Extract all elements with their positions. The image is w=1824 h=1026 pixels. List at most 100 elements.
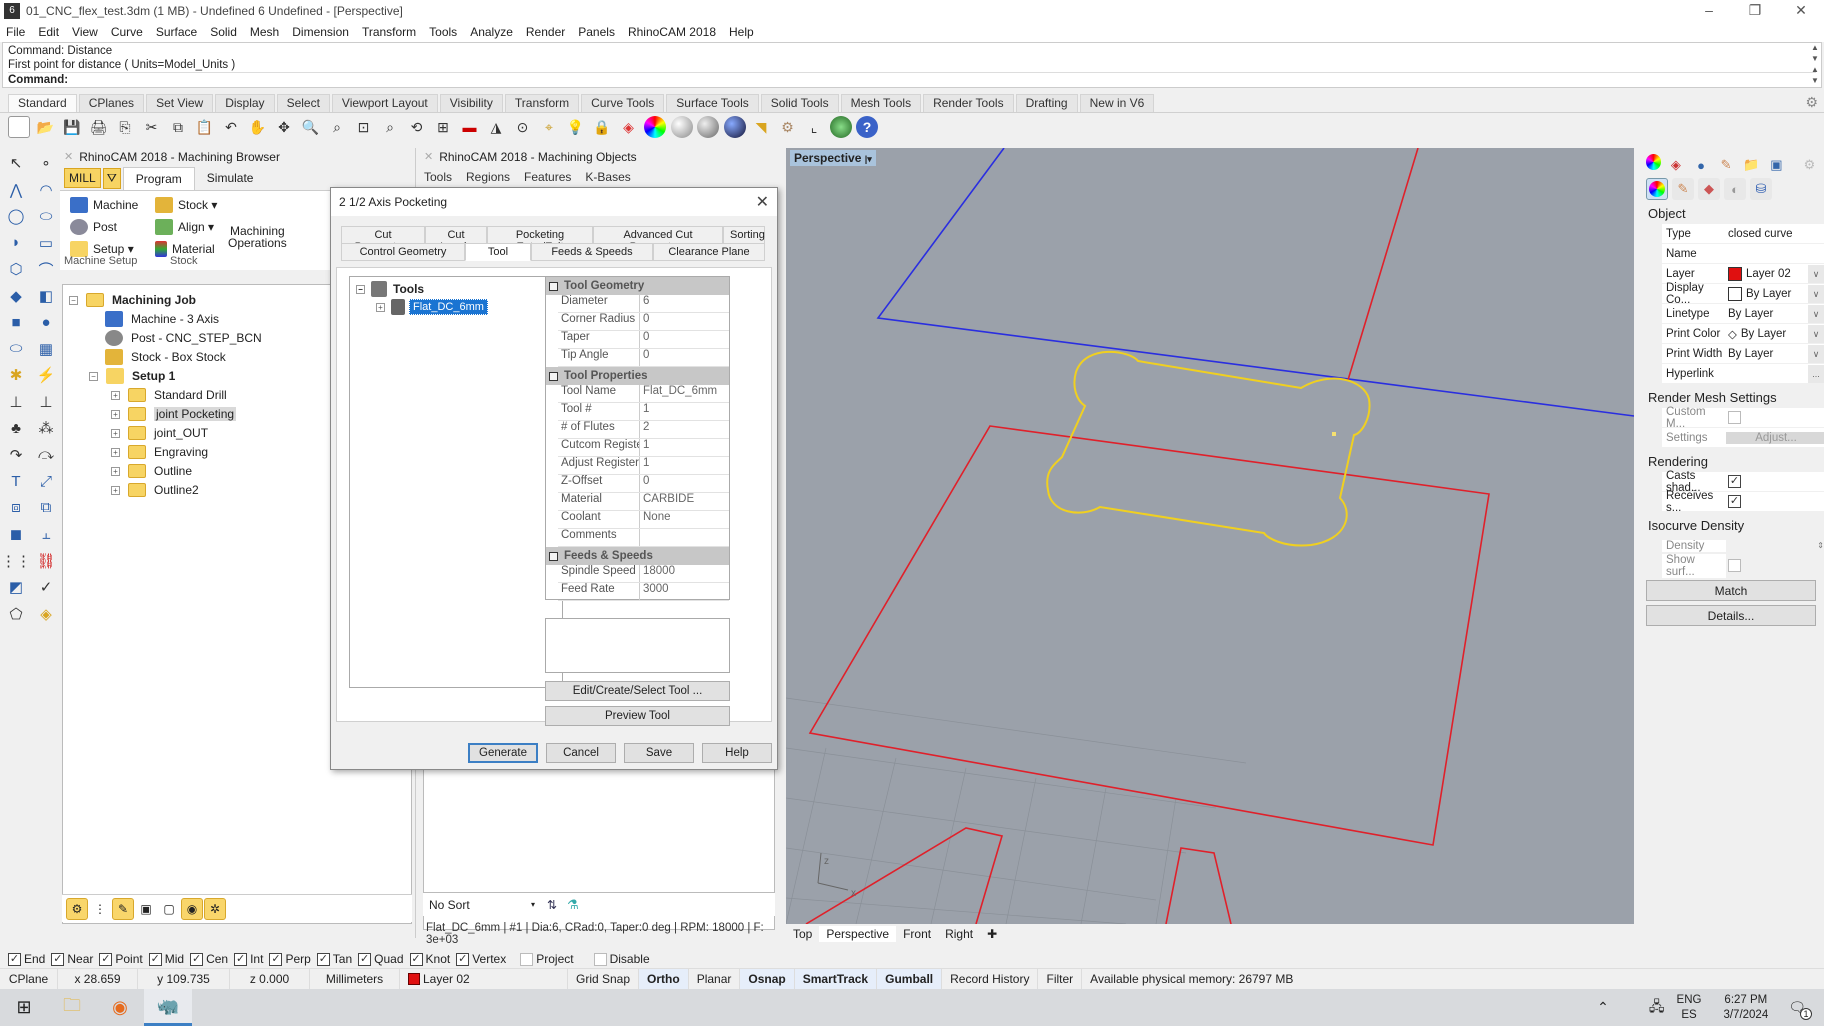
point-icon[interactable]: ∘	[32, 150, 60, 177]
cylinder-icon[interactable]: ⬭	[2, 336, 30, 363]
osnap-toggle[interactable]: Osnap	[740, 968, 795, 990]
ortho-toggle[interactable]: Ortho	[639, 968, 689, 990]
tab-display[interactable]: Display	[215, 94, 275, 112]
chevron-down-icon[interactable]: ∨	[1808, 344, 1824, 363]
prop-taper[interactable]: Taper 0	[558, 331, 729, 349]
material-icon[interactable]: ✎	[1672, 178, 1694, 200]
toolbar-settings-gear-icon[interactable]: ⚙	[1805, 94, 1818, 111]
text-icon[interactable]: T	[2, 468, 30, 495]
copy-icon[interactable]: ⧉	[167, 116, 189, 138]
tab-transform[interactable]: Transform	[504, 94, 580, 112]
tree-node-operation[interactable]: + joint_OUT	[111, 424, 208, 442]
tree-node-post[interactable]: Post - CNC_STEP_BCN	[105, 329, 262, 347]
ellipse-icon[interactable]: ⬭	[32, 203, 60, 230]
color-wheel-icon[interactable]	[644, 116, 666, 138]
polyline-icon[interactable]: ⋀	[2, 177, 30, 204]
toolpath-list-icon[interactable]: ⋮	[89, 898, 111, 920]
receives-shadows-checkbox[interactable]: ✓	[1728, 495, 1741, 508]
simulate-icon[interactable]: ◉	[181, 897, 203, 920]
dimension-icon[interactable]: ⌞	[803, 116, 825, 138]
tab-program[interactable]: Program	[122, 166, 195, 190]
chevron-down-icon[interactable]: ∨	[1808, 264, 1824, 283]
file-explorer-icon[interactable]: 🗀	[48, 989, 96, 1026]
tab-visibility[interactable]: Visibility	[439, 94, 503, 112]
prop-diameter[interactable]: Diameter 6	[558, 295, 729, 313]
filter-toggle[interactable]: Filter	[1038, 968, 1083, 990]
select-icon[interactable]: ⊙	[512, 116, 534, 138]
cplane-icon[interactable]: ▬	[459, 116, 481, 138]
grid-array-icon[interactable]: ⋮⋮	[1, 548, 31, 575]
osnap-knot[interactable]: ✓ Knot	[409, 952, 450, 966]
panel-settings-gear-icon[interactable]: ⚙	[1799, 154, 1820, 176]
command-prompt[interactable]: Command:	[8, 72, 1816, 87]
planar-toggle[interactable]: Planar	[689, 968, 741, 990]
tools-root-node[interactable]: − Tools	[356, 281, 424, 297]
prop-coolant[interactable]: Coolant None	[558, 511, 729, 529]
expand-icon[interactable]: +	[111, 485, 120, 495]
minimize-button[interactable]: –	[1686, 0, 1732, 22]
gumball-toggle[interactable]: Gumball	[877, 968, 943, 990]
sort-select[interactable]: No Sort ▾	[429, 896, 539, 914]
mill-tag[interactable]: MILL	[64, 168, 101, 188]
osnap-int[interactable]: ✓ Int	[234, 952, 263, 966]
tree-node-operation-selected[interactable]: + joint Pocketing	[111, 405, 237, 423]
tree-node-operation[interactable]: + Outline2	[111, 481, 199, 499]
surface-extrude-icon[interactable]: ◧	[32, 283, 60, 310]
linetype-select[interactable]: By Layer	[1726, 308, 1808, 320]
viewport-tab-perspective[interactable]: Perspective	[819, 926, 897, 942]
edit-create-select-tool-button[interactable]: Edit/Create/Select Tool ...	[545, 681, 730, 701]
density-spinner[interactable]: ⇕	[1726, 541, 1824, 550]
align-button[interactable]: Align ▾	[155, 219, 214, 235]
osnap-quad[interactable]: ✓ Quad	[358, 952, 404, 966]
lock-icon[interactable]: 🔒	[591, 116, 613, 138]
tool-filter-icon[interactable]: ⚗	[567, 897, 579, 913]
join-icon[interactable]: ↷	[2, 442, 30, 469]
show-surface-checkbox[interactable]	[1728, 559, 1741, 572]
menu-curve[interactable]: Curve	[111, 25, 143, 39]
perspective-viewport[interactable]: z x Perspective |▾	[786, 148, 1634, 924]
array-icon[interactable]: ⧈	[2, 495, 30, 522]
render-tab-icon[interactable]: ●	[1690, 154, 1711, 176]
viewport-tab-top[interactable]: Top	[786, 926, 819, 942]
transform-icon[interactable]: ◈	[32, 601, 60, 628]
tab-set-view[interactable]: Set View	[146, 94, 214, 112]
casts-shadows-checkbox[interactable]: ✓	[1728, 475, 1741, 488]
menu-panels[interactable]: Panels	[578, 25, 615, 39]
tab-feeds-speeds[interactable]: Feeds & Speeds	[531, 243, 653, 261]
osnap-project[interactable]: Project	[520, 952, 574, 966]
current-layer[interactable]: Layer 02	[400, 968, 568, 990]
tree-node-operation[interactable]: + Outline	[111, 462, 192, 480]
layers-tab-icon[interactable]: ◈	[1665, 154, 1686, 176]
decal-icon[interactable]: ◆	[1698, 178, 1720, 200]
menu-mesh[interactable]: Mesh	[250, 25, 279, 39]
tab-render-tools[interactable]: Render Tools	[923, 94, 1014, 112]
grid-snap-toggle[interactable]: Grid Snap	[568, 968, 640, 990]
smarttrack-toggle[interactable]: SmartTrack	[794, 968, 878, 990]
box-icon[interactable]: ■	[2, 309, 30, 336]
texture-mapping-icon[interactable]: ◐	[1724, 178, 1746, 200]
sort-az-icon[interactable]: ⇅	[547, 898, 557, 912]
expand-icon[interactable]: +	[111, 466, 120, 476]
collapse-icon[interactable]: −	[89, 371, 98, 381]
import-icon[interactable]: ⎘	[114, 116, 136, 138]
rhino-web-icon[interactable]	[829, 116, 852, 138]
tab-viewport-layout[interactable]: Viewport Layout	[331, 94, 438, 112]
cancel-button[interactable]: Cancel	[546, 743, 616, 763]
tab-solid-tools[interactable]: Solid Tools	[760, 94, 839, 112]
render-icon[interactable]	[723, 116, 746, 138]
generate-toolpath-icon[interactable]: ⚙	[66, 897, 88, 920]
analyze-icon[interactable]: ◩	[2, 574, 30, 601]
units-label[interactable]: Millimeters	[310, 968, 400, 990]
expand-icon[interactable]: +	[111, 447, 120, 457]
prop-flutes[interactable]: # of Flutes 2	[558, 421, 729, 439]
paste-icon[interactable]: 📋	[194, 116, 216, 138]
tab-tool[interactable]: Tool	[465, 243, 531, 261]
menu-transform[interactable]: Transform	[362, 25, 416, 39]
split-solid-icon[interactable]: ⊥	[32, 389, 60, 416]
expand-icon[interactable]: +	[111, 409, 120, 419]
tree-node-stock[interactable]: Stock - Box Stock	[105, 348, 226, 366]
expand-icon[interactable]: +	[111, 428, 120, 438]
menu-tools[interactable]: Tools	[429, 25, 457, 39]
tab-cplanes[interactable]: CPlanes	[78, 94, 145, 112]
menu-surface[interactable]: Surface	[156, 25, 197, 39]
